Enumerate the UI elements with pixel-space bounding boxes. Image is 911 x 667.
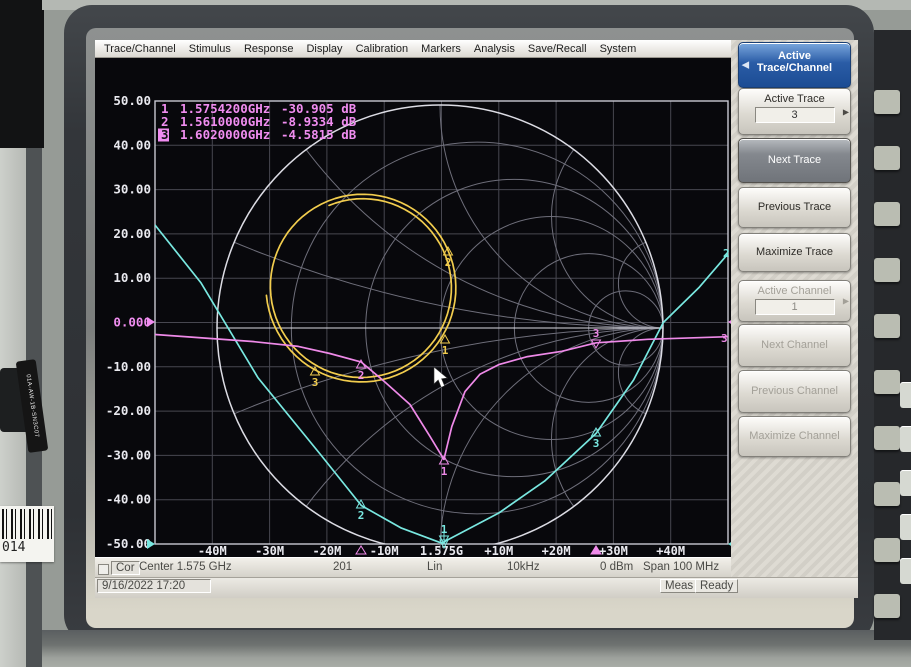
status-checkbox [98, 564, 109, 575]
menu-item-analysis[interactable]: Analysis [474, 43, 515, 55]
svg-text:3: 3 [312, 376, 319, 389]
softkey-panel: ◀ Active Trace/Channel Active Trace3▶Nex… [731, 40, 858, 577]
x-axis-labels: -40M -30M -20M -10M 1.575G +10M +20M +30M +40M [198, 544, 685, 557]
instrument-photo: 01A-AW-1B-SN3C07 014 Trace/ChannelStimul… [0, 0, 911, 667]
x-tick-label: -30M [255, 544, 284, 557]
hardware-key[interactable] [874, 370, 900, 394]
y-tick-label: -50.00 [106, 536, 151, 551]
cor-indicator: Cor [111, 561, 140, 575]
datetime: 9/16/2022 17:20 [97, 579, 211, 593]
softkey-value: 1 [755, 299, 835, 315]
barcode-icon [2, 509, 52, 539]
measurement-chart: 11.5754200GHz-30.905 dB21.5610000GHz-8.9… [95, 58, 731, 557]
softkey-previous-channel[interactable]: Previous Channel [738, 370, 851, 413]
chevron-left-icon: ◀ [742, 60, 749, 71]
softkey-active-trace[interactable]: Active Trace3▶ [738, 88, 851, 135]
y-tick-label: 10.00 [113, 270, 151, 285]
softkey-previous-trace[interactable]: Previous Trace [738, 187, 851, 228]
x-tick-label: -40M [198, 544, 227, 557]
center-freq: Center 1.575 GHz [139, 561, 232, 573]
hardware-key[interactable] [874, 426, 900, 450]
if-bandwidth: 10kHz [507, 561, 540, 573]
hardware-key[interactable] [874, 538, 900, 562]
softkey-active-channel[interactable]: Active Channel1▶ [738, 280, 851, 322]
chevron-right-icon: ▶ [843, 107, 849, 116]
x-tick-label: +10M [484, 544, 513, 557]
hardware-key-cap[interactable] [900, 426, 911, 452]
x-tick-label: +20M [542, 544, 571, 557]
hardware-key[interactable] [874, 146, 900, 170]
chevron-right-icon: ▶ [843, 297, 849, 306]
x-tick-label: -10M [370, 544, 399, 557]
hardware-key-cap[interactable] [900, 470, 911, 496]
svg-text:1: 1 [441, 465, 448, 478]
menu-item-calibration[interactable]: Calibration [356, 43, 409, 55]
softkey-next-channel[interactable]: Next Channel [738, 324, 851, 367]
softkey-value: 3 [755, 107, 835, 123]
hardware-key-cap[interactable] [900, 558, 911, 584]
hardware-key[interactable] [874, 90, 900, 114]
menu-item-display[interactable]: Display [306, 43, 342, 55]
status-bar-system: 9/16/2022 17:20 Meas Ready [95, 577, 858, 598]
ready-status: Ready [695, 579, 738, 593]
marker-table: 11.5754200GHz-30.905 dB21.5610000GHz-8.9… [158, 101, 357, 142]
x-tick-label: +40M [656, 544, 685, 557]
source-power: 0 dBm [600, 561, 633, 573]
barcode-number: 014 [2, 540, 25, 555]
y-tick-label: 20.00 [113, 226, 151, 241]
y-tick-label: -40.00 [106, 492, 151, 507]
svg-text:3: 3 [161, 127, 169, 142]
trace-end-label: 3 [721, 332, 728, 345]
y-tick-label: -20.00 [106, 403, 151, 418]
hardware-softkey-column [874, 30, 911, 640]
y-tick-label: -10.00 [106, 359, 151, 374]
hardware-key-cap[interactable] [900, 382, 911, 408]
lcd-screen: Trace/Channel Stimulus Response Display Cali… [95, 40, 858, 598]
menu-item-response[interactable]: Response [244, 43, 294, 55]
x-tick-label: 1.575G [420, 544, 463, 557]
dark-corner [0, 0, 44, 148]
svg-text:2: 2 [358, 509, 365, 522]
y-tick-label: 40.00 [113, 137, 151, 152]
x-tick-label: +30M [599, 544, 628, 557]
svg-text:1.6020000GHz: 1.6020000GHz [180, 127, 270, 142]
y-tick-label: 30.00 [113, 182, 151, 197]
hardware-key[interactable] [874, 258, 900, 282]
y-tick-label: -30.00 [106, 447, 151, 462]
y-tick-label: 0.000 [113, 315, 151, 330]
meas-status: Meas [660, 579, 698, 593]
svg-text:-4.5815 dB: -4.5815 dB [281, 127, 357, 142]
menu-item-trace-channel[interactable]: Trace/Channel [104, 43, 176, 55]
hardware-key[interactable] [874, 594, 900, 618]
svg-text:1: 1 [442, 344, 449, 357]
trace-end-label: 2 [723, 247, 730, 260]
barcode-sticker: 014 [0, 506, 54, 562]
svg-text:2: 2 [358, 369, 365, 382]
menu-item-markers[interactable]: Markers [421, 43, 461, 55]
svg-text:2: 2 [445, 256, 452, 269]
menu-item-save-recall[interactable]: Save/Recall [528, 43, 587, 55]
sweep-points: 201 [333, 561, 352, 573]
svg-text:3: 3 [593, 437, 600, 450]
softkey-active-trace-channel[interactable]: ◀ Active Trace/Channel [738, 42, 851, 88]
span-freq: Span 100 MHz [643, 561, 719, 573]
hardware-key[interactable] [874, 314, 900, 338]
softkey-next-trace[interactable]: Next Trace [738, 138, 851, 183]
softkey-maximize-trace[interactable]: Maximize Trace [738, 233, 851, 272]
svg-text:3: 3 [593, 327, 600, 340]
hardware-key[interactable] [874, 482, 900, 506]
menu-item-system[interactable]: System [600, 43, 637, 55]
front-panel-bottom [42, 630, 911, 667]
softkey-maximize-channel[interactable]: Maximize Channel [738, 416, 851, 457]
sweep-type: Lin [427, 561, 442, 573]
menu-item-stimulus[interactable]: Stimulus [189, 43, 231, 55]
hardware-key[interactable] [874, 202, 900, 226]
y-tick-label: 50.00 [113, 93, 151, 108]
x-tick-label: -20M [312, 544, 341, 557]
status-bar-stimulus: Cor Center 1.575 GHz 201 Lin 10kHz 0 dBm… [95, 557, 731, 578]
hardware-key-cap[interactable] [900, 514, 911, 540]
